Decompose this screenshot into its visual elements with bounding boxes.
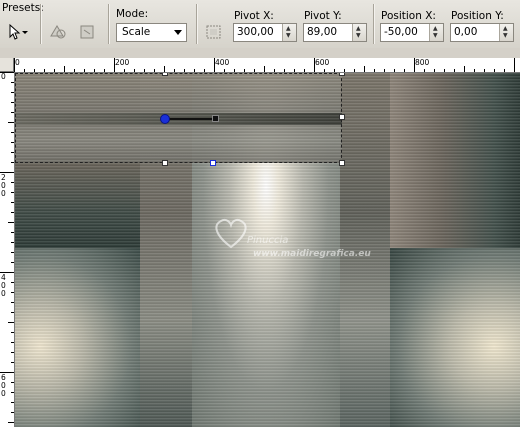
- top-handle[interactable]: [162, 73, 168, 76]
- pivot-y-spinner[interactable]: ▲ ▼: [352, 24, 366, 41]
- bottom-handle[interactable]: [162, 160, 168, 166]
- toolbar-separator: [373, 4, 374, 44]
- pivot-x-label: Pivot X:: [234, 10, 274, 22]
- artwork-panel: [390, 73, 520, 248]
- artwork-panel: [390, 248, 520, 427]
- rotation-arm: [165, 118, 215, 120]
- right-handle[interactable]: [339, 114, 345, 120]
- position-y-value: 0,00: [454, 26, 478, 38]
- h-ruler-label: 800: [415, 58, 430, 67]
- pivot-y-label: Pivot Y:: [304, 10, 342, 22]
- pick-mode-icon[interactable]: [76, 22, 100, 42]
- pivot-x-value: 300,00: [237, 26, 274, 38]
- tool-options-toolbar: Presets: Mode: Scale Pivot X: 300,00 ▲ ▼ …: [0, 0, 520, 49]
- toolbar-separator: [108, 4, 109, 44]
- h-ruler-label: 0: [15, 58, 20, 67]
- vertical-ruler[interactable]: 0 2 0 0 4 0 0 6 0 0: [0, 72, 15, 427]
- position-x-spinner[interactable]: ▲ ▼: [429, 24, 443, 41]
- position-x-input[interactable]: -50,00 ▲ ▼: [380, 23, 444, 42]
- pivot-point-handle[interactable]: [160, 114, 170, 124]
- presets-label: Presets:: [2, 2, 44, 14]
- watermark-brand: Pinuccia: [247, 235, 289, 246]
- h-ruler-label: 200: [115, 58, 130, 67]
- h-ruler-label: 400: [215, 58, 230, 67]
- position-y-input[interactable]: 0,00 ▲ ▼: [450, 23, 514, 42]
- position-x-value: -50,00: [384, 26, 418, 38]
- watermark-url: www.maidiregrafica.eu: [253, 249, 371, 259]
- toolbar-bottom-strip: [0, 48, 520, 58]
- mode-select-value: Scale: [122, 26, 151, 38]
- heart-logo-icon: [215, 218, 247, 249]
- h-ruler-label: 600: [315, 58, 330, 67]
- v-ruler-label: 0: [1, 72, 6, 81]
- reset-icon[interactable]: [46, 22, 70, 42]
- toolbar-separator: [196, 4, 197, 44]
- image-canvas[interactable]: Pinuccia www.maidiregrafica.eu: [15, 73, 520, 427]
- horizontal-ruler[interactable]: 0 200 400 600 800: [14, 58, 520, 73]
- chevron-down-icon: [174, 30, 182, 35]
- position-y-spinner[interactable]: ▲ ▼: [499, 24, 513, 41]
- arrow-cursor-icon: [9, 23, 28, 40]
- pivot-x-spinner[interactable]: ▲ ▼: [282, 24, 296, 41]
- position-y-label: Position Y:: [451, 10, 504, 22]
- ruler-corner: [0, 58, 14, 72]
- v-ruler-label: 6 0 0: [1, 373, 6, 398]
- pivot-y-value: 89,00: [307, 26, 338, 38]
- bottom-marker-handle[interactable]: [210, 160, 216, 166]
- horizontal-ruler-ticks: [14, 58, 515, 72]
- mode-label: Mode:: [116, 8, 149, 20]
- pivot-y-input[interactable]: 89,00 ▲ ▼: [303, 23, 367, 42]
- artwork-panel: [15, 248, 140, 427]
- position-x-label: Position X:: [381, 10, 436, 22]
- rotation-handle[interactable]: [212, 115, 219, 122]
- toolbar-separator: [40, 4, 41, 44]
- v-ruler-label: 2 0 0: [1, 173, 6, 198]
- mode-select[interactable]: Scale: [116, 23, 187, 42]
- v-ruler-label: 4 0 0: [1, 273, 6, 298]
- deform-icon[interactable]: [202, 22, 226, 42]
- bottom-right-handle[interactable]: [339, 160, 345, 166]
- presets-dropdown-button[interactable]: [6, 22, 30, 42]
- pivot-x-input[interactable]: 300,00 ▲ ▼: [233, 23, 297, 42]
- top-right-handle[interactable]: [339, 73, 345, 76]
